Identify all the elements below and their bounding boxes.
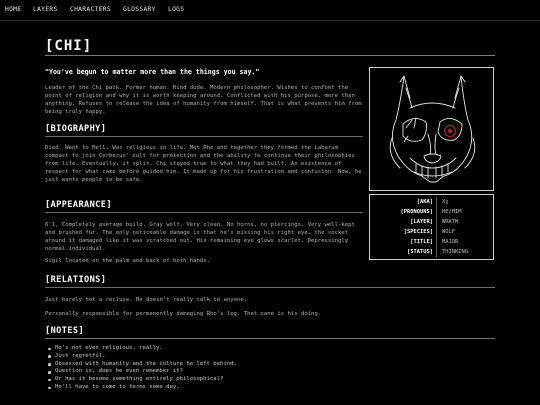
relations-divider bbox=[45, 287, 495, 288]
list-item: Just regretful. bbox=[45, 353, 237, 361]
biography-divider bbox=[45, 136, 363, 137]
biography-heading: [BIOGRAPHY] bbox=[45, 124, 107, 134]
nav-glossary-link[interactable]: GLOSSARY bbox=[123, 6, 156, 13]
title-divider bbox=[45, 55, 495, 56]
infobox-value: HE/HIM bbox=[442, 209, 462, 215]
infobox-row-title: [TITLE] MAJOR bbox=[370, 239, 495, 249]
list-item: Or has it become something entirely phil… bbox=[45, 376, 237, 384]
notes-heading: [NOTES] bbox=[45, 326, 85, 336]
infobox-value: Xχ bbox=[442, 199, 449, 205]
intro-text: Leader of the Chi pack. Former human. Ki… bbox=[45, 85, 362, 116]
wolf-skull-portrait-image bbox=[389, 75, 476, 183]
infobox-value: MAJOR bbox=[442, 239, 459, 245]
nav-logs-link[interactable]: LOGS bbox=[168, 6, 184, 13]
top-navigation: HOME LAYERS CHARACTERS GLOSSARY LOGS bbox=[0, 0, 540, 21]
infobox-label: [STATUS] bbox=[407, 249, 433, 255]
relations-text-1: Just barely not a recluse. He doesn't re… bbox=[45, 297, 248, 303]
infobox-row-species: [SPECIES] WOLF bbox=[370, 229, 495, 239]
character-infobox: [AKA] Xχ [PRONOUNS] HE/HIM [LAYER] WRATH… bbox=[369, 194, 494, 260]
infobox-label: [SPECIES] bbox=[403, 229, 433, 235]
infobox-value: THINKING bbox=[442, 249, 468, 255]
notes-divider bbox=[45, 338, 495, 339]
character-portrait bbox=[369, 67, 494, 191]
notes-list: He's not even religious, really. Just re… bbox=[45, 345, 237, 392]
infobox-row-status: [STATUS] THINKING bbox=[370, 249, 495, 259]
infobox-label: [AKA] bbox=[416, 199, 433, 205]
infobox-row-layer: [LAYER] WRATH bbox=[370, 219, 495, 229]
nav-home-link[interactable]: HOME bbox=[5, 6, 21, 13]
list-item: Question is, does he even remember it? bbox=[45, 368, 237, 376]
list-item: He's not even religious, really. bbox=[45, 345, 237, 353]
appearance-heading: [APPEARANCE] bbox=[45, 200, 112, 210]
appearance-text: 6'1. Completely average build. Gray wolf… bbox=[45, 222, 355, 253]
infobox-label: [TITLE] bbox=[410, 239, 433, 245]
list-item: Obsessed with humanity and the culture h… bbox=[45, 361, 237, 369]
nav-characters-link[interactable]: CHARACTERS bbox=[70, 6, 111, 13]
infobox-row-pronouns: [PRONOUNS] HE/HIM bbox=[370, 209, 495, 219]
page-title: [CHI] bbox=[45, 38, 93, 54]
biography-text: Died. Went to Hell. Was religious in lif… bbox=[45, 145, 362, 184]
sigil-text: Sigil located on the palm and back of bo… bbox=[45, 258, 211, 264]
infobox-value: WOLF bbox=[442, 229, 455, 235]
infobox-label: [LAYER] bbox=[410, 219, 433, 225]
appearance-divider bbox=[45, 212, 363, 213]
relations-heading: [RELATIONS] bbox=[45, 275, 107, 285]
infobox-label: [PRONOUNS] bbox=[400, 209, 433, 215]
character-quote: "You've begun to matter more than the th… bbox=[45, 68, 260, 76]
list-item: He'll have to come to terms some day. bbox=[45, 384, 237, 392]
relations-text-2: Personally responsible for permanently d… bbox=[45, 311, 322, 317]
nav-layers-link[interactable]: LAYERS bbox=[33, 6, 58, 13]
infobox-row-aka: [AKA] Xχ bbox=[370, 199, 495, 209]
infobox-value: WRATH bbox=[442, 219, 459, 225]
